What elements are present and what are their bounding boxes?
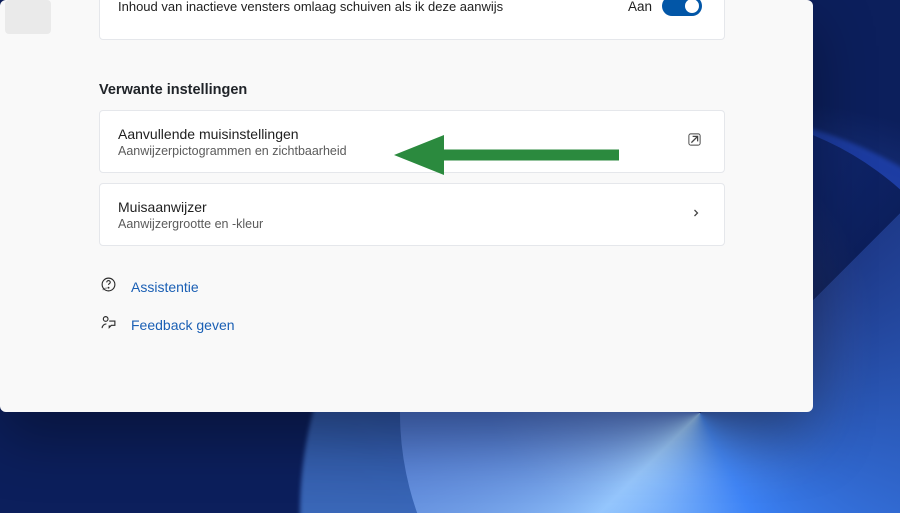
toggle-wrap: Aan [628, 0, 702, 16]
link-assistance[interactable]: Assistentie [100, 268, 790, 306]
link-feedback[interactable]: Feedback geven [100, 306, 790, 344]
link-label: Assistentie [131, 279, 199, 295]
help-icon [100, 276, 117, 298]
card-title: Muisaanwijzer [118, 199, 263, 215]
chevron-right-icon [690, 206, 702, 224]
settings-content: Inhoud van inactieve vensters omlaag sch… [34, 0, 790, 344]
card-title: Aanvullende muisinstellingen [118, 126, 347, 142]
toggle-switch[interactable] [662, 0, 702, 16]
card-texts: Muisaanwijzer Aanwijzergrootte en -kleur [118, 199, 263, 231]
card-subtitle: Aanwijzergrootte en -kleur [118, 217, 263, 231]
open-external-icon [687, 132, 702, 152]
scroll-inactive-label: Inhoud van inactieve vensters omlaag sch… [118, 0, 503, 14]
setting-row-scroll-inactive[interactable]: Inhoud van inactieve vensters omlaag sch… [99, 0, 725, 40]
card-texts: Aanvullende muisinstellingen Aanwijzerpi… [118, 126, 347, 158]
section-heading-related: Verwante instellingen [99, 82, 790, 98]
feedback-icon [100, 314, 117, 336]
toggle-state-label: Aan [628, 0, 652, 14]
card-subtitle: Aanwijzerpictogrammen en zichtbaarheid [118, 144, 347, 158]
card-additional-mouse-settings[interactable]: Aanvullende muisinstellingen Aanwijzerpi… [99, 110, 725, 173]
sidebar-stub [5, 0, 51, 34]
link-label: Feedback geven [131, 317, 235, 333]
settings-window: Inhoud van inactieve vensters omlaag sch… [0, 0, 813, 412]
card-mouse-pointer[interactable]: Muisaanwijzer Aanwijzergrootte en -kleur [99, 183, 725, 246]
help-links-section: Assistentie Feedback geven [100, 268, 790, 344]
